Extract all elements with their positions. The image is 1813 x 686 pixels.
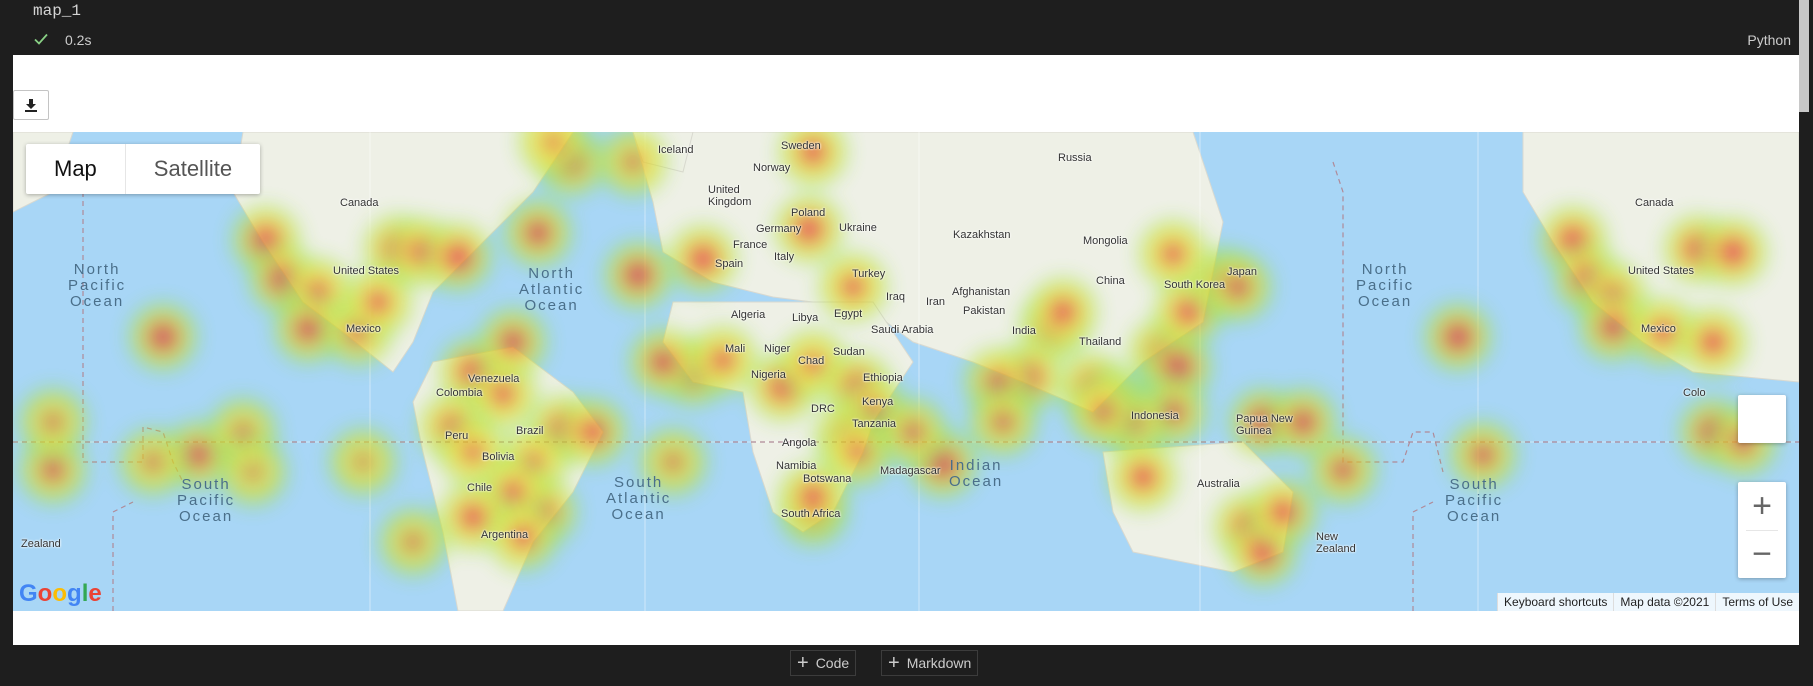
ocean-label: North Pacific Ocean [68, 261, 127, 310]
ocean-label: South Pacific Ocean [1445, 476, 1504, 525]
place-label: Canada [340, 197, 379, 209]
language-label[interactable]: Python [1747, 32, 1791, 48]
download-button[interactable] [13, 90, 49, 120]
place-label: Italy [774, 251, 795, 263]
ocean-label: South Atlantic Ocean [606, 474, 672, 523]
zoom-in-button[interactable]: + [1738, 482, 1786, 530]
place-label: Indonesia [1131, 410, 1179, 422]
place-label: New Zealand [1316, 531, 1356, 555]
place-label: Germany [756, 223, 802, 235]
place-label: Niger [764, 343, 791, 355]
place-label: United States [1628, 265, 1695, 277]
place-label: Canada [1635, 197, 1674, 209]
place-label: Mongolia [1083, 235, 1128, 247]
place-label: Brazil [516, 425, 544, 437]
place-label: Libya [792, 312, 819, 324]
place-label: Spain [715, 258, 744, 270]
place-label: Kenya [862, 396, 894, 408]
place-label: South Africa [781, 508, 841, 520]
map-type-satellite[interactable]: Satellite [124, 144, 260, 194]
place-label: France [733, 239, 768, 251]
execution-time: 0.2s [65, 32, 92, 48]
place-label: Norway [753, 162, 791, 174]
place-label: Bolivia [482, 451, 515, 463]
place-label: Botswana [803, 473, 852, 485]
plus-icon: + [797, 652, 809, 674]
place-label: China [1096, 275, 1125, 287]
place-label: United States [333, 265, 400, 277]
place-label: Iraq [886, 291, 905, 303]
add-code-label: Code [815, 655, 850, 671]
place-label: Papua New Guinea [1236, 413, 1293, 437]
place-label: Ethiopia [863, 372, 903, 384]
place-label: Sweden [781, 140, 821, 152]
place-label: Ukraine [839, 222, 877, 234]
land-layer [13, 132, 1799, 611]
terms-of-use-link[interactable]: Terms of Use [1715, 593, 1799, 611]
place-label: DRC [811, 403, 835, 415]
place-label: Mexico [346, 323, 381, 335]
vertical-scrollbar[interactable] [1799, 0, 1809, 112]
place-label: Angola [782, 437, 817, 449]
add-markdown-label: Markdown [906, 655, 972, 671]
keyboard-shortcuts-link[interactable]: Keyboard shortcuts [1497, 593, 1613, 611]
place-label: Venezuela [468, 373, 520, 385]
place-label: South Korea [1164, 279, 1226, 291]
ocean-label: North Pacific Ocean [1356, 261, 1415, 310]
place-label: Nigeria [751, 369, 786, 381]
place-label: Colo [1683, 387, 1706, 399]
map-type-map[interactable]: Map [26, 144, 125, 194]
heatmap-map[interactable]: Iceland Sweden Norway Russia United Kingdom P… [13, 132, 1799, 611]
ocean-label: North Atlantic Ocean [519, 265, 585, 314]
place-label: Egypt [834, 308, 863, 320]
place-label: Turkey [852, 268, 886, 280]
download-icon [25, 99, 37, 112]
place-label: Iran [926, 296, 945, 308]
success-check-icon [34, 33, 48, 45]
place-label: India [1012, 325, 1036, 337]
place-label: Mali [725, 343, 746, 355]
add-code-cell-button[interactable]: + Code [790, 650, 857, 676]
place-label: Pakistan [963, 305, 1006, 317]
place-label: Afghanistan [952, 286, 1011, 298]
place-label: Australia [1197, 478, 1240, 490]
plus-icon: + [888, 652, 900, 674]
place-label: Chad [798, 355, 825, 367]
place-label: United Kingdom [708, 184, 752, 208]
place-label: Peru [445, 430, 469, 442]
place-label: Chile [467, 482, 493, 494]
place-label: Mexico [1641, 323, 1676, 335]
place-label: Tanzania [852, 418, 897, 430]
map-type-control[interactable]: Map Satellite [26, 144, 261, 194]
ocean-label: South Pacific Ocean [177, 476, 236, 525]
cell-header: map_1 0.2s Python [0, 0, 1813, 55]
place-label: Saudi Arabia [871, 324, 934, 336]
cell-output: Iceland Sweden Norway Russia United Kingdom P… [13, 55, 1799, 645]
cell-toolbar: + Code + Markdown [0, 645, 1813, 686]
zoom-out-button[interactable]: − [1738, 531, 1786, 578]
fullscreen-button[interactable] [1738, 395, 1786, 443]
code-line[interactable]: map_1 [33, 2, 81, 20]
place-label: Russia [1058, 152, 1092, 164]
map-data-label: Map data ©2021 [1613, 593, 1715, 611]
place-label: Madagascar [880, 465, 941, 477]
place-label: Thailand [1079, 336, 1122, 348]
ocean-label: Indian Ocean [949, 457, 1004, 490]
zoom-control: + − [1738, 482, 1786, 578]
place-label: Colombia [436, 387, 483, 399]
place-label: Japan [1227, 266, 1257, 278]
map-attribution: Keyboard shortcuts Map data ©2021 Terms … [1497, 593, 1799, 611]
place-label: Iceland [658, 144, 694, 156]
place-label: Poland [791, 207, 826, 219]
add-markdown-cell-button[interactable]: + Markdown [881, 650, 979, 676]
place-label: Zealand [21, 538, 61, 550]
place-label: Argentina [481, 529, 529, 541]
place-label: Namibia [776, 460, 817, 472]
place-label: Algeria [731, 309, 766, 321]
google-logo: Google [19, 580, 102, 607]
map-canvas [13, 132, 1799, 611]
place-label: Kazakhstan [953, 229, 1011, 241]
place-label: Sudan [833, 346, 865, 358]
